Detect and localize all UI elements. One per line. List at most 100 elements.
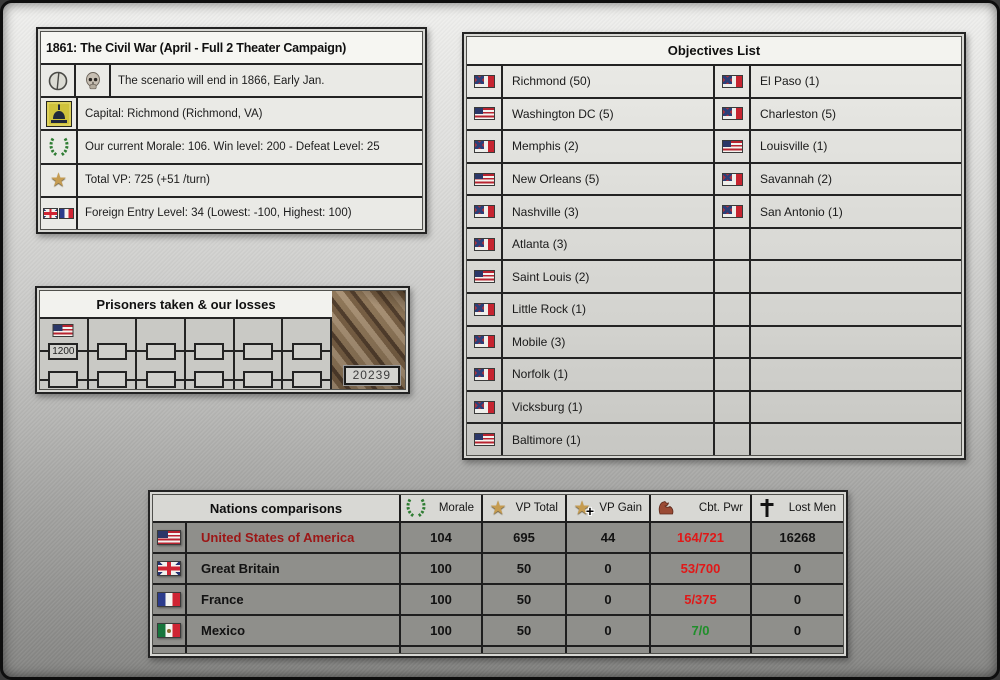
us-flag-icon	[473, 172, 495, 186]
objective-row[interactable]: Washington DC (5) Charleston (5)	[467, 98, 961, 132]
table-filler-cell	[153, 647, 185, 653]
objective-row[interactable]: Mobile (3)	[467, 326, 961, 360]
column-header-label: Lost Men	[788, 502, 836, 514]
objective-name	[751, 229, 961, 260]
column-header-label: Cbt. Pwr	[698, 502, 743, 514]
csa-flag-icon	[721, 74, 743, 88]
objective-flag-cell	[467, 424, 503, 455]
losses-count-box	[291, 371, 322, 389]
wreath-icon	[405, 496, 427, 520]
objective-flag-cell	[467, 131, 503, 162]
objective-flag-cell	[467, 98, 503, 130]
morale-value: 100	[401, 616, 481, 645]
capitol-icon	[45, 100, 72, 127]
objective-row[interactable]: Saint Louis (2)	[467, 261, 961, 295]
objective-row[interactable]: Richmond (50) El Paso (1)	[467, 66, 961, 99]
objective-flag-cell	[715, 294, 751, 325]
objective-name: Atlanta (3)	[503, 228, 715, 260]
uk-flag-icon	[43, 207, 58, 219]
objective-flag-cell	[467, 391, 503, 423]
star-plus-icon: ★ +	[573, 496, 594, 519]
table-filler-cell	[401, 647, 481, 653]
scenario-title: 1861: The Civil War (April - Full 2 Thea…	[41, 32, 422, 63]
nation-name: Mexico	[187, 616, 399, 645]
objective-name: Baltimore (1)	[503, 424, 715, 455]
column-header-lost-men: Lost Men	[752, 495, 843, 521]
prisoner-count-box: 1200	[48, 342, 79, 360]
csa-flag-icon	[473, 74, 495, 88]
prisoner-count-box	[243, 342, 274, 360]
objective-name: Saint Louis (2)	[503, 261, 715, 293]
objective-row[interactable]: Memphis (2) Louisville (1)	[467, 131, 961, 164]
prisoner-column	[186, 319, 235, 389]
objective-row[interactable]: New Orleans (5) Savannah (2)	[467, 163, 961, 197]
uk-fr-flags-icon-cell	[41, 197, 78, 229]
objective-name: Little Rock (1)	[503, 294, 715, 325]
objective-flag-cell	[715, 391, 751, 423]
objective-flag-cell	[715, 163, 751, 195]
objective-name: Nashville (3)	[503, 196, 715, 227]
cbt-pwr-value: 7/0	[651, 616, 750, 645]
column-header-vp-gain: ★ + VP Gain	[567, 495, 649, 521]
objective-flag-cell	[715, 228, 751, 260]
objective-row[interactable]: Nashville (3) San Antonio (1)	[467, 196, 961, 229]
vp-gain-value: 0	[567, 585, 649, 614]
ledger-screen: 1861: The Civil War (April - Full 2 Thea…	[0, 0, 1000, 680]
objective-name	[751, 294, 961, 325]
objective-flag-cell	[715, 196, 751, 227]
prisoner-count-box	[145, 342, 176, 360]
objective-row[interactable]: Baltimore (1)	[467, 424, 961, 455]
nation-flag-cell	[153, 523, 185, 552]
vp-gain-value: 44	[567, 523, 649, 552]
objective-flag-cell	[467, 163, 503, 195]
us-flag-icon	[721, 139, 743, 153]
objective-name: Richmond (50)	[503, 66, 715, 97]
objective-flag-cell	[467, 359, 503, 390]
column-header-vp-total: ★ VP Total	[483, 495, 565, 521]
objective-name: Memphis (2)	[503, 131, 715, 162]
objective-row[interactable]: Norfolk (1)	[467, 359, 961, 392]
objective-name	[751, 424, 961, 455]
objective-row[interactable]: Vicksburg (1)	[467, 391, 961, 425]
prisoners-title: Prisoners taken & our losses	[40, 291, 332, 319]
wreath-icon	[48, 135, 70, 159]
table-filler-cell	[651, 647, 750, 653]
objective-flag-cell	[467, 261, 503, 293]
prisoner-count-box	[97, 342, 127, 360]
objective-flag-cell	[467, 326, 503, 358]
cross-icon	[756, 496, 778, 520]
us-flag-icon	[52, 324, 74, 337]
csa-flag-icon	[473, 367, 495, 381]
nation-flag-cell	[153, 554, 185, 583]
uk-flag-icon	[157, 561, 181, 576]
scenario-row-text: The scenario will end in 1866, Early Jan…	[118, 74, 325, 87]
morale-value: 104	[401, 523, 481, 552]
objective-name: Charleston (5)	[760, 106, 837, 121]
nation-flag-cell	[153, 585, 185, 614]
cbt-pwr-value: 164/721	[651, 523, 750, 552]
objective-name: Louisville (1)	[760, 139, 828, 154]
objectives-panel: Objectives List Richmond (50) El Paso (1)…	[462, 32, 966, 460]
column-header-morale: Morale	[401, 495, 481, 521]
lost-men-value: 0	[752, 616, 843, 645]
objectives-inner: Objectives List Richmond (50) El Paso (1)…	[466, 36, 962, 456]
scenario-row-text: Total VP: 725 (+51 /turn)	[85, 174, 210, 187]
morale-value: 100	[401, 585, 481, 614]
objective-row[interactable]: Atlanta (3)	[467, 228, 961, 262]
scenario-row: ★ Total VP: 725 (+51 /turn)	[41, 162, 422, 196]
objective-name	[751, 327, 961, 358]
objective-name: El Paso (1)	[760, 74, 820, 89]
objective-name: San Antonio (1)	[760, 204, 843, 219]
lost-men-value: 0	[752, 554, 843, 583]
scenario-row-text: Our current Morale: 106. Win level: 200 …	[85, 141, 380, 153]
objective-row[interactable]: Little Rock (1)	[467, 294, 961, 327]
capitol-icon-cell	[41, 98, 78, 130]
cbt-pwr-value: 53/700	[651, 554, 750, 583]
objective-name: Savannah (2)	[760, 172, 833, 187]
morale-value: 100	[401, 554, 481, 583]
prisoners-losses-panel: Prisoners taken & our losses 1200 20239	[35, 286, 410, 394]
us-flag-icon	[473, 270, 495, 284]
skull-icon-cell	[76, 65, 111, 97]
csa-flag-icon	[473, 400, 495, 414]
losses-count-box	[145, 371, 176, 389]
